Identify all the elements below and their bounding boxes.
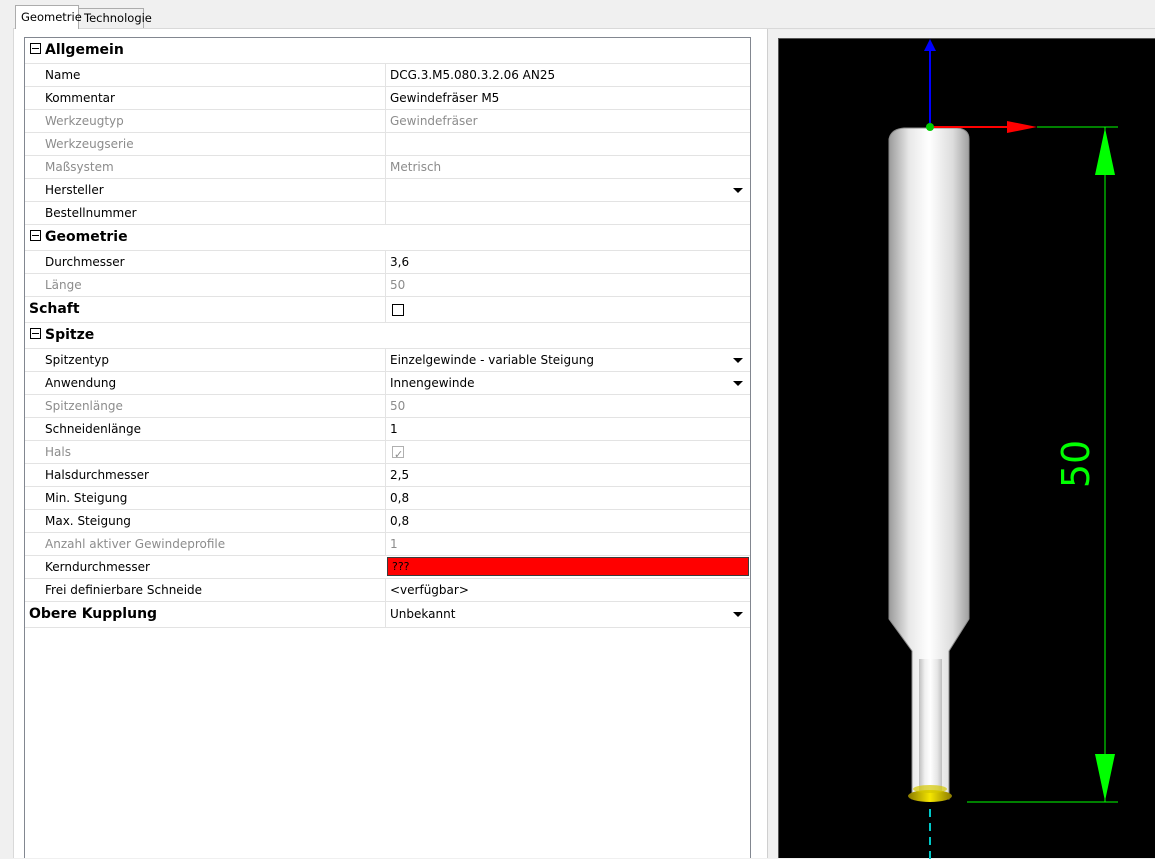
obere-kupplung-dropdown[interactable]: Unbekannt (385, 602, 750, 627)
property-row-kerndurchmesser[interactable]: Kerndurchmesser ??? (25, 556, 750, 579)
anzahl-gewindeprofile-value: 1 (385, 533, 750, 555)
durchmesser-field[interactable]: 3,6 (385, 251, 750, 273)
property-row-halsdurchmesser[interactable]: Halsdurchmesser 2,5 (25, 464, 750, 487)
category-allgemein[interactable]: Allgemein (25, 38, 750, 64)
property-row-min-steigung[interactable]: Min. Steigung 0,8 (25, 487, 750, 510)
property-row-laenge: Länge 50 (25, 274, 750, 297)
property-label: Bestellnummer (45, 206, 137, 220)
halsdurchmesser-field[interactable]: 2,5 (385, 464, 750, 486)
property-label: Anzahl aktiver Gewindeprofile (45, 537, 226, 551)
property-row-anzahl-gewindeprofile: Anzahl aktiver Gewindeprofile 1 (25, 533, 750, 556)
spitzentyp-value: Einzelgewinde - variable Steigung (390, 353, 594, 367)
property-row-masssystem: Maßsystem Metrisch (25, 156, 750, 179)
name-field[interactable]: DCG.3.M5.080.3.2.06 AN25 (385, 64, 750, 86)
check-icon: ✓ (394, 448, 404, 461)
tool-neck (919, 659, 942, 799)
collapse-icon[interactable] (30, 229, 41, 241)
chevron-down-icon[interactable] (733, 381, 743, 386)
laenge-value: 50 (385, 274, 750, 296)
chevron-down-icon[interactable] (733, 188, 743, 193)
category-obere-kupplung[interactable]: Obere Kupplung Unbekannt (25, 602, 750, 628)
tab-technologie[interactable]: Technologie (78, 8, 152, 28)
property-label: Werkzeugserie (45, 137, 134, 151)
tab-geometrie[interactable]: Geometrie (15, 5, 82, 29)
werkzeugserie-value (385, 133, 750, 155)
category-label: Geometrie (45, 229, 128, 245)
collapse-icon[interactable] (30, 42, 41, 54)
property-row-durchmesser[interactable]: Durchmesser 3,6 (25, 251, 750, 274)
kommentar-field[interactable]: Gewindefräser M5 (385, 87, 750, 109)
kerndurchmesser-field[interactable]: ??? (387, 557, 749, 576)
property-label: Maßsystem (45, 160, 114, 174)
hals-checkbox: ✓ (392, 446, 404, 461)
spitzenlaenge-value: 50 (385, 395, 750, 417)
spitzentyp-dropdown[interactable]: Einzelgewinde - variable Steigung (385, 349, 750, 371)
werkzeugtyp-value: Gewindefräser (385, 110, 750, 132)
collapse-icon[interactable] (30, 327, 41, 339)
property-label: Min. Steigung (45, 491, 128, 505)
tool-preview-viewport[interactable]: 50 (778, 38, 1155, 859)
property-label: Max. Steigung (45, 514, 131, 528)
obere-kupplung-value: Unbekannt (390, 607, 456, 621)
anwendung-value: Innengewinde (390, 376, 475, 390)
category-label: Spitze (45, 327, 95, 343)
bestellnummer-field[interactable] (385, 202, 750, 224)
panel-splitter[interactable] (767, 29, 768, 858)
property-label: Halsdurchmesser (45, 468, 149, 482)
property-label: Länge (45, 278, 82, 292)
category-label: Obere Kupplung (29, 606, 158, 622)
property-grid: Allgemein Name DCG.3.M5.080.3.2.06 AN25 … (24, 37, 751, 858)
masssystem-value: Metrisch (385, 156, 750, 178)
property-row-werkzeugserie: Werkzeugserie (25, 133, 750, 156)
chevron-down-icon[interactable] (733, 358, 743, 363)
property-label: Spitzentyp (45, 353, 109, 367)
property-row-hals: Hals ✓ (25, 441, 750, 464)
property-row-max-steigung[interactable]: Max. Steigung 0,8 (25, 510, 750, 533)
chevron-down-icon[interactable] (733, 612, 743, 617)
dimension-arrow-bottom (1095, 754, 1115, 801)
property-row-bestellnummer[interactable]: Bestellnummer (25, 202, 750, 225)
property-label: Spitzenlänge (45, 399, 123, 413)
property-label: Werkzeugtyp (45, 114, 124, 128)
tab-bar: Geometrie Technologie (0, 0, 1155, 29)
anwendung-dropdown[interactable]: Innengewinde (385, 372, 750, 394)
property-row-freie-schneide[interactable]: Frei definierbare Schneide <verfügbar> (25, 579, 750, 602)
hersteller-dropdown[interactable] (385, 179, 750, 201)
dimension-arrow-top (1095, 128, 1115, 175)
category-spitze[interactable]: Spitze (25, 323, 750, 349)
category-schaft[interactable]: Schaft (25, 297, 750, 323)
min-steigung-field[interactable]: 0,8 (385, 487, 750, 509)
tool-preview-svg: 50 (888, 39, 1118, 859)
property-row-schneidenlaenge[interactable]: Schneidenlänge 1 (25, 418, 750, 441)
schneidenlaenge-field[interactable]: 1 (385, 418, 750, 440)
property-row-anwendung[interactable]: Anwendung Innengewinde (25, 372, 750, 395)
category-label: Schaft (29, 301, 80, 317)
property-label: Anwendung (45, 376, 117, 390)
property-row-hersteller[interactable]: Hersteller (25, 179, 750, 202)
property-row-name[interactable]: Name DCG.3.M5.080.3.2.06 AN25 (25, 64, 750, 87)
property-label: Schneidenlänge (45, 422, 142, 436)
schaft-checkbox[interactable] (392, 304, 404, 316)
property-row-kommentar[interactable]: Kommentar Gewindefräser M5 (25, 87, 750, 110)
property-label: Hals (45, 445, 71, 459)
max-steigung-field[interactable]: 0,8 (385, 510, 750, 532)
property-label: Kommentar (45, 91, 115, 105)
dimension-label: 50 (1054, 440, 1098, 488)
property-row-spitzenlaenge: Spitzenlänge 50 (25, 395, 750, 418)
property-label: Name (45, 68, 81, 82)
property-label: Hersteller (45, 183, 104, 197)
property-label: Frei definierbare Schneide (45, 583, 203, 597)
property-label: Durchmesser (45, 255, 125, 269)
property-row-spitzentyp[interactable]: Spitzentyp Einzelgewinde - variable Stei… (25, 349, 750, 372)
freie-schneide-field[interactable]: <verfügbar> (385, 579, 750, 601)
property-label: Kerndurchmesser (45, 560, 150, 574)
category-label: Allgemein (45, 42, 124, 58)
property-row-werkzeugtyp: Werkzeugtyp Gewindefräser (25, 110, 750, 133)
axis-x-arrow (1007, 121, 1037, 133)
category-geometrie[interactable]: Geometrie (25, 225, 750, 251)
axis-y-arrow (924, 39, 936, 51)
axis-z (926, 123, 934, 131)
